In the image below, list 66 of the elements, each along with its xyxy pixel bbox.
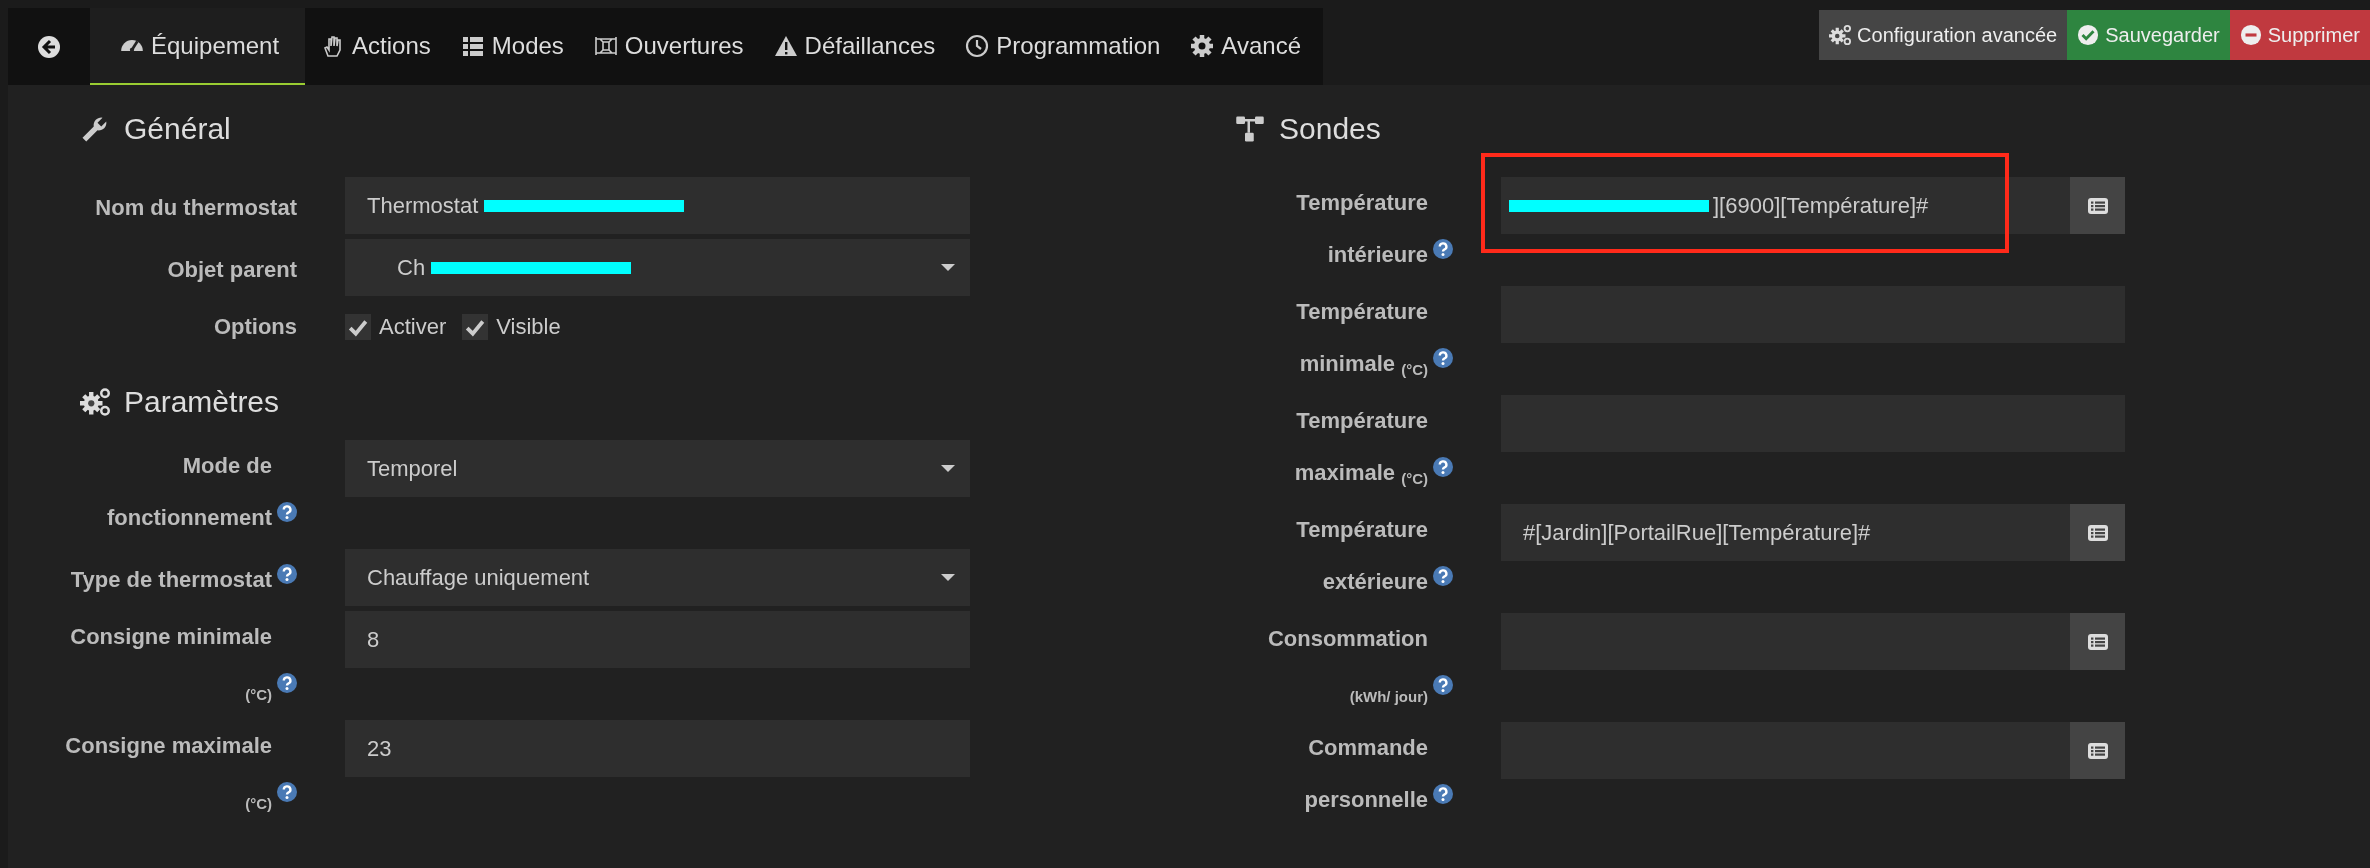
checkbox[interactable] <box>462 314 489 340</box>
command-picker-button[interactable] <box>2070 504 2125 561</box>
list-icon <box>2086 196 2109 215</box>
input-field[interactable]: #[Jardin][PortailRue][Température]# <box>1501 504 2070 561</box>
field-label: Type de thermostat <box>69 566 272 594</box>
caret-icon <box>940 573 956 582</box>
settings-icon <box>1190 33 1215 58</box>
checkbox[interactable] <box>345 314 371 340</box>
input-field[interactable] <box>1501 613 2070 670</box>
command-picker-button[interactable] <box>2070 722 2125 779</box>
input-field[interactable]: ][6900][Température]# <box>1501 177 2070 234</box>
advanced-config-button[interactable]: Configuration avancée <box>1819 10 2068 60</box>
tab[interactable]: Programmation <box>949 8 1175 85</box>
dropdown[interactable]: Chauffage uniquement <box>345 549 970 606</box>
caret-icon <box>940 263 956 272</box>
tab[interactable]: Avancé <box>1174 8 1315 85</box>
sitemap-icon <box>1235 114 1265 144</box>
tab[interactable]: Modes <box>444 8 578 85</box>
field-label: Température extérieure <box>1295 516 1428 596</box>
field-label: Commande personnelle <box>1303 734 1428 814</box>
field-value: 23 <box>367 735 392 762</box>
list-icon <box>2086 632 2109 651</box>
field-value: 8 <box>367 626 380 653</box>
tab[interactable]: Défaillances <box>757 8 950 85</box>
field-label: Nom du thermostat <box>94 194 297 222</box>
caret-icon <box>940 464 956 473</box>
field-label: Température intérieure <box>1295 189 1428 269</box>
checkbox-label: Visible <box>496 314 561 340</box>
field-value: Temporel <box>367 455 458 482</box>
tab[interactable]: Équipement <box>90 8 306 85</box>
input-field[interactable]: 8 <box>345 611 970 668</box>
section-title: Sondes <box>1279 112 1381 146</box>
check-icon <box>465 317 486 337</box>
field-label: Objet parent <box>166 256 297 284</box>
input-field[interactable]: Thermostat <box>345 177 970 234</box>
section-title: Paramètres <box>124 385 280 419</box>
field-value: #[Jardin][PortailRue][Température]# <box>1523 519 1871 546</box>
field-label: Options <box>212 313 297 341</box>
checkbox-label: Activer <box>379 314 447 340</box>
check-circle-icon <box>2077 24 2100 46</box>
field-value: Chauffage uniquement <box>367 564 590 591</box>
dropdown[interactable]: Ch <box>345 239 970 296</box>
field-label: Température minimale $_{(°C)}$ <box>1295 298 1428 380</box>
field-value: Ch <box>397 254 426 281</box>
save-button[interactable]: Sauvegarder <box>2067 10 2230 60</box>
gears-icon <box>80 387 110 417</box>
field-label: Mode de fonctionnement <box>106 452 272 532</box>
section-title: Général <box>124 112 231 146</box>
minus-circle-icon <box>2239 24 2262 46</box>
input-field[interactable]: 23 <box>345 720 970 777</box>
command-picker-button[interactable] <box>2070 177 2125 234</box>
gears-icon <box>1829 24 1852 46</box>
tab[interactable]: Ouvertures <box>577 8 758 85</box>
field-label: Température maximale $_{(°C)}$ <box>1293 407 1428 489</box>
gauge-icon <box>120 39 144 52</box>
command-picker-button[interactable] <box>2070 613 2125 670</box>
field-value: ][6900][Température]# <box>1713 192 1929 219</box>
list-icon <box>2086 741 2109 760</box>
field-value: Thermostat <box>367 192 479 219</box>
dropdown[interactable]: Temporel <box>345 440 970 497</box>
input-field[interactable] <box>1501 722 2070 779</box>
check-icon <box>348 317 368 337</box>
clock-icon <box>965 33 990 58</box>
list-icon <box>2086 523 2109 542</box>
tab[interactable]: Actions <box>305 8 445 85</box>
delete-button[interactable]: Supprimer <box>2229 10 2370 60</box>
